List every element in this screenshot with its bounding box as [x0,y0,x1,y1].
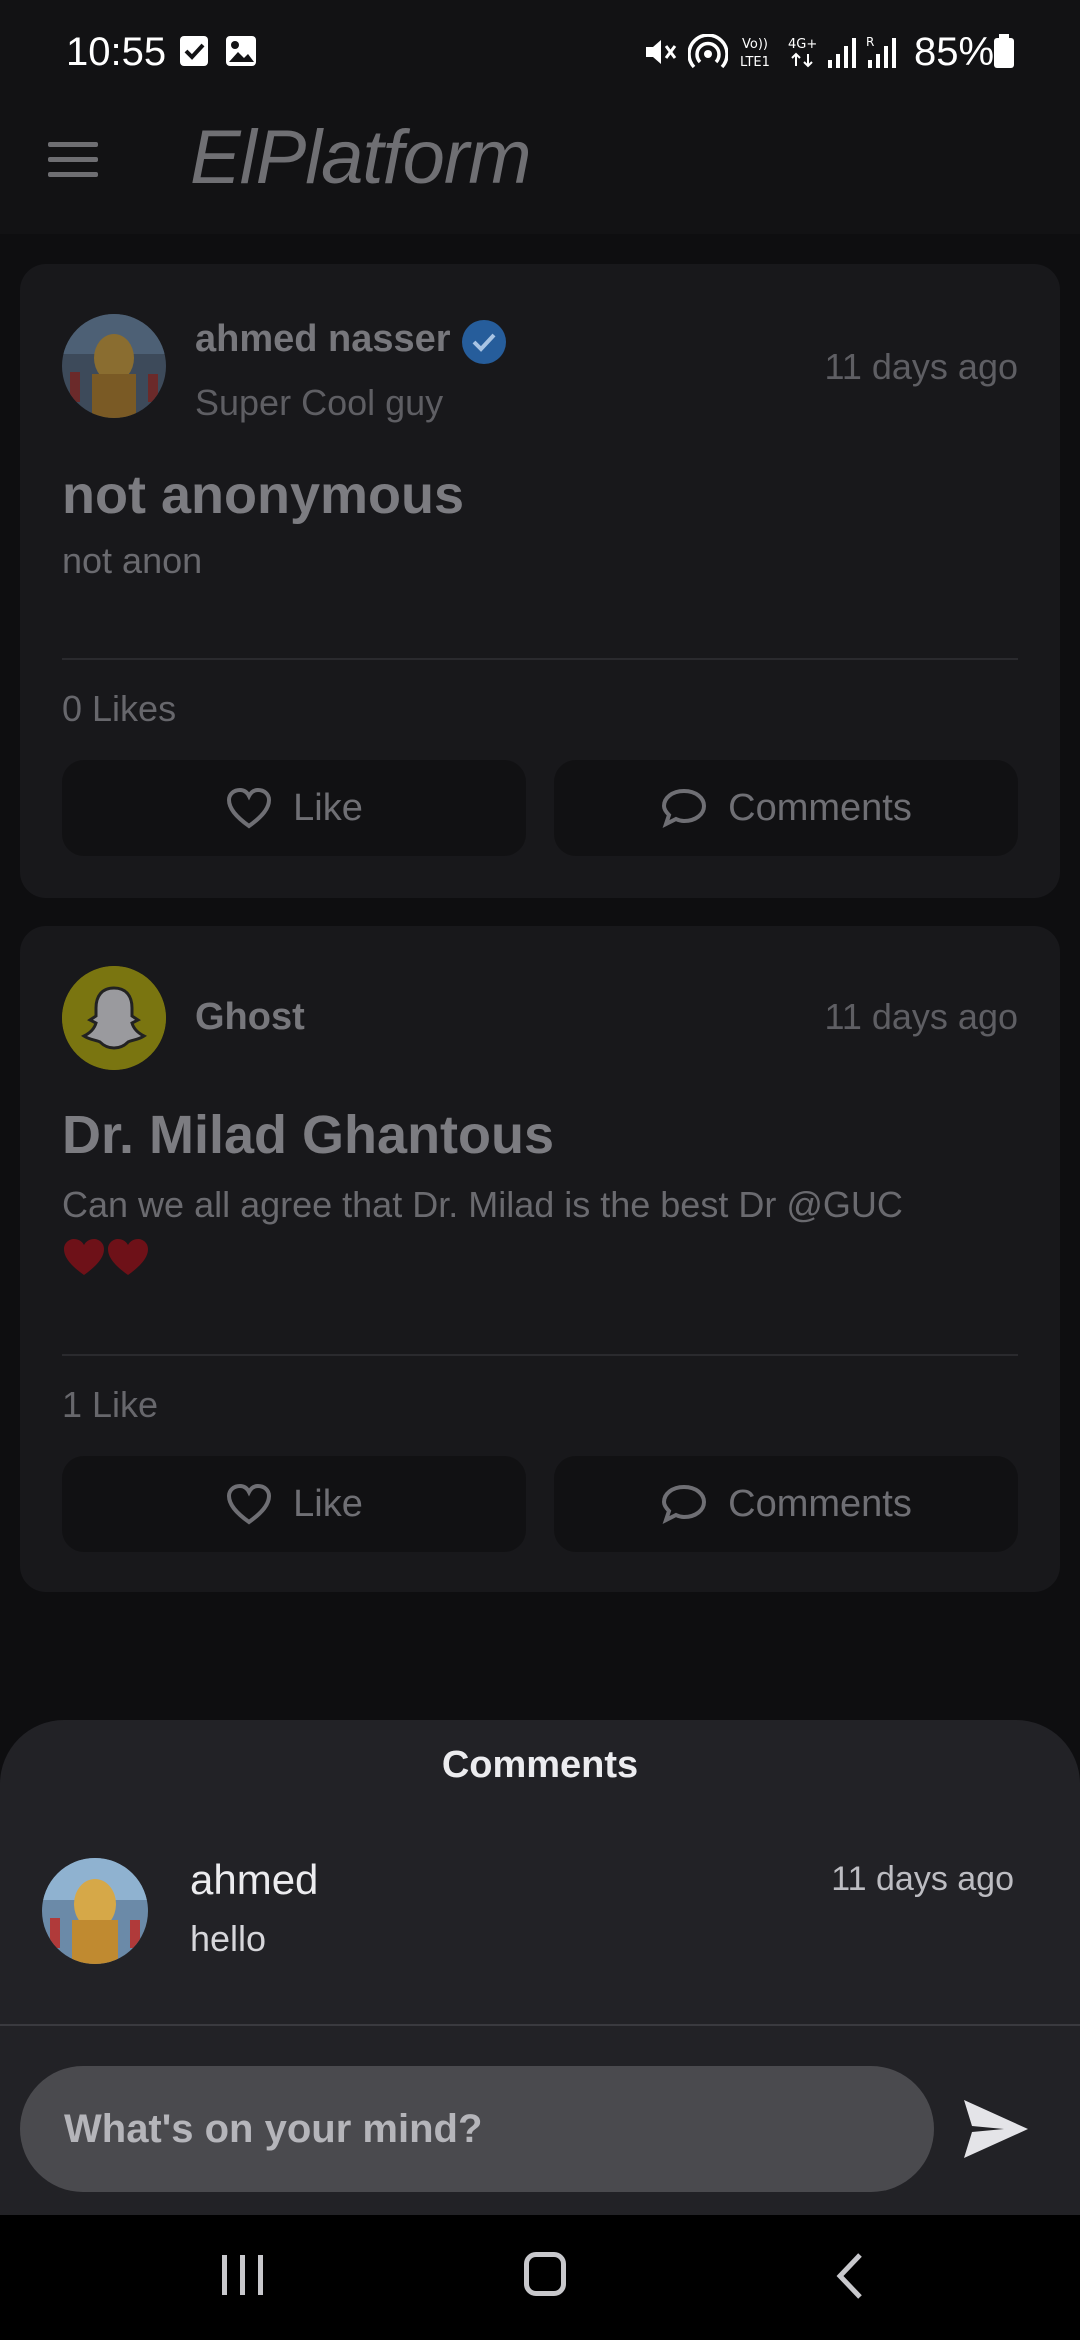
post-time: 11 days ago [824,346,1018,387]
like-button[interactable]: Like [62,1456,526,1552]
post-card: ahmed nasser Super Cool guy 11 days ago … [20,264,1060,898]
mute-icon [646,40,677,64]
svg-text:Vo)): Vo)) [742,37,768,52]
4g-icon: 4G+ [788,37,817,68]
post-author-subtitle: Super Cool guy [195,382,444,423]
post-title: not anonymous [62,465,464,525]
sheet-title: Comments [441,1744,639,1786]
comment-time: 11 days ago [831,1860,1014,1898]
comment-input[interactable]: What's on your mind? [20,2066,934,2192]
post-card: Ghost 11 days ago Dr. Milad Ghantous Can… [20,926,1060,1592]
like-button-label: Like [293,1482,363,1525]
like-button-label: Like [293,786,363,829]
divider [62,1354,1018,1356]
battery-percent: 85% [914,30,995,74]
comments-sheet: Comments ahmed hello 11 days ago What's … [0,1720,1080,2215]
app-title: ElPlatform [190,115,532,200]
ghost-icon [62,966,166,1070]
comment-bubble-icon [662,788,707,828]
comment-author[interactable]: ahmed [190,1856,318,1904]
likes-count: 1 Like [62,1384,159,1425]
app-bar: ElPlatform [0,104,1080,234]
signal-icon [828,38,856,68]
post-title: Dr. Milad Ghantous [62,1105,555,1165]
comments-button[interactable]: Comments [554,1456,1018,1552]
system-nav-bar [0,2215,1080,2340]
hamburger-menu-icon[interactable] [48,142,98,178]
home-icon[interactable] [524,2252,566,2296]
post-author[interactable]: ahmed nasser [195,318,451,361]
signal-roaming-icon: R [866,35,896,68]
image-notification-icon [226,36,256,66]
comments-button-label: Comments [728,1482,912,1525]
avatar-image [62,314,166,418]
back-icon[interactable] [832,2251,868,2301]
checkbox-notification-icon [180,36,208,66]
verified-badge-icon [462,320,506,364]
like-button[interactable]: Like [62,760,526,856]
recent-apps-icon[interactable] [222,2255,266,2295]
svg-text:R: R [866,35,874,49]
divider [0,2024,1080,2026]
ghost-avatar[interactable] [62,966,166,1070]
status-time: 10:55 [66,30,167,74]
post-body: not anon [62,540,203,581]
post-author[interactable]: Ghost [195,996,305,1039]
avatar[interactable] [42,1858,148,1964]
divider [62,658,1018,660]
send-icon[interactable] [960,2094,1032,2164]
volte-icon: Vo)) LTE1 [740,37,770,70]
comments-button[interactable]: Comments [554,760,1018,856]
hotspot-icon [688,34,728,69]
avatar[interactable] [62,314,166,418]
battery-icon [994,34,1014,68]
svg-text:LTE1: LTE1 [740,55,770,70]
likes-count: 0 Likes [62,688,177,729]
hearts-emoji-icon [64,1239,148,1276]
comment-bubble-icon [662,1484,707,1524]
heart-outline-icon [227,787,272,829]
post-body-text: Can we all agree that Dr. Milad is the b… [62,1184,903,1225]
heart-outline-icon [227,1483,272,1525]
avatar-image [42,1858,148,1964]
post-time: 11 days ago [824,996,1018,1037]
svg-text:4G+: 4G+ [788,37,817,52]
comments-button-label: Comments [728,786,912,829]
post-body: Can we all agree that Dr. Milad is the b… [62,1180,1018,1280]
post-body-emoji [62,1235,152,1279]
comment-text: hello [190,1918,267,1959]
status-bar: 10:55 Vo)) LTE1 4G+ R 85% [0,0,1080,104]
